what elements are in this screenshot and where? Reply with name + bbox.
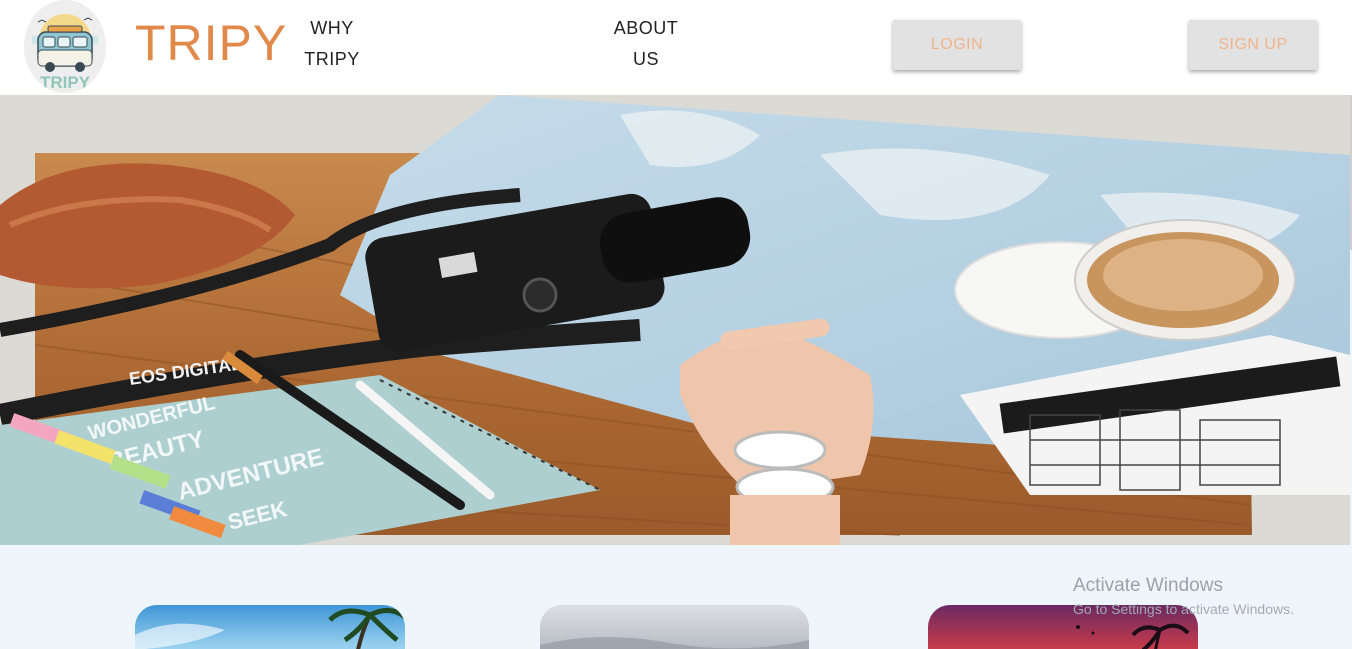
watermark-subtitle: Go to Settings to activate Windows. [1073,601,1294,617]
nav-link-why-line2: TRIPY [304,49,360,69]
logo[interactable]: TRIPY [24,0,106,93]
destination-card-clouds[interactable] [540,605,809,649]
nav-link-about-line2: US [632,49,659,69]
destination-card-beach[interactable] [135,605,405,649]
nav-link-about-line1: ABOUT [613,18,679,38]
navbar: TRIPY TRIPY WHY TRIPY ABOUT US LOGIN SIG… [0,0,1352,95]
windows-activation-watermark: Activate Windows Go to Settings to activ… [1073,575,1294,617]
palm-tree-icon [135,608,405,649]
brand-name[interactable]: TRIPY [135,14,287,72]
hero-travel-desk-illustration: EOS DIGITAL WONDERFUL BEAUTY ADVENTURE S… [0,95,1350,545]
hero-image: EOS DIGITAL WONDERFUL BEAUTY ADVENTURE S… [0,95,1350,545]
watermark-title: Activate Windows [1073,575,1223,596]
clouds-icon [540,637,809,649]
van-logo-icon: TRIPY [32,14,98,92]
svg-text:TRIPY: TRIPY [40,73,91,92]
login-button[interactable]: LOGIN [893,20,1021,70]
nav-link-about-us[interactable]: ABOUT US [606,13,686,75]
nav-link-why-line1: WHY [310,18,354,38]
nav-link-why-tripy[interactable]: WHY TRIPY [294,13,370,75]
signup-button[interactable]: SIGN UP [1189,20,1317,70]
